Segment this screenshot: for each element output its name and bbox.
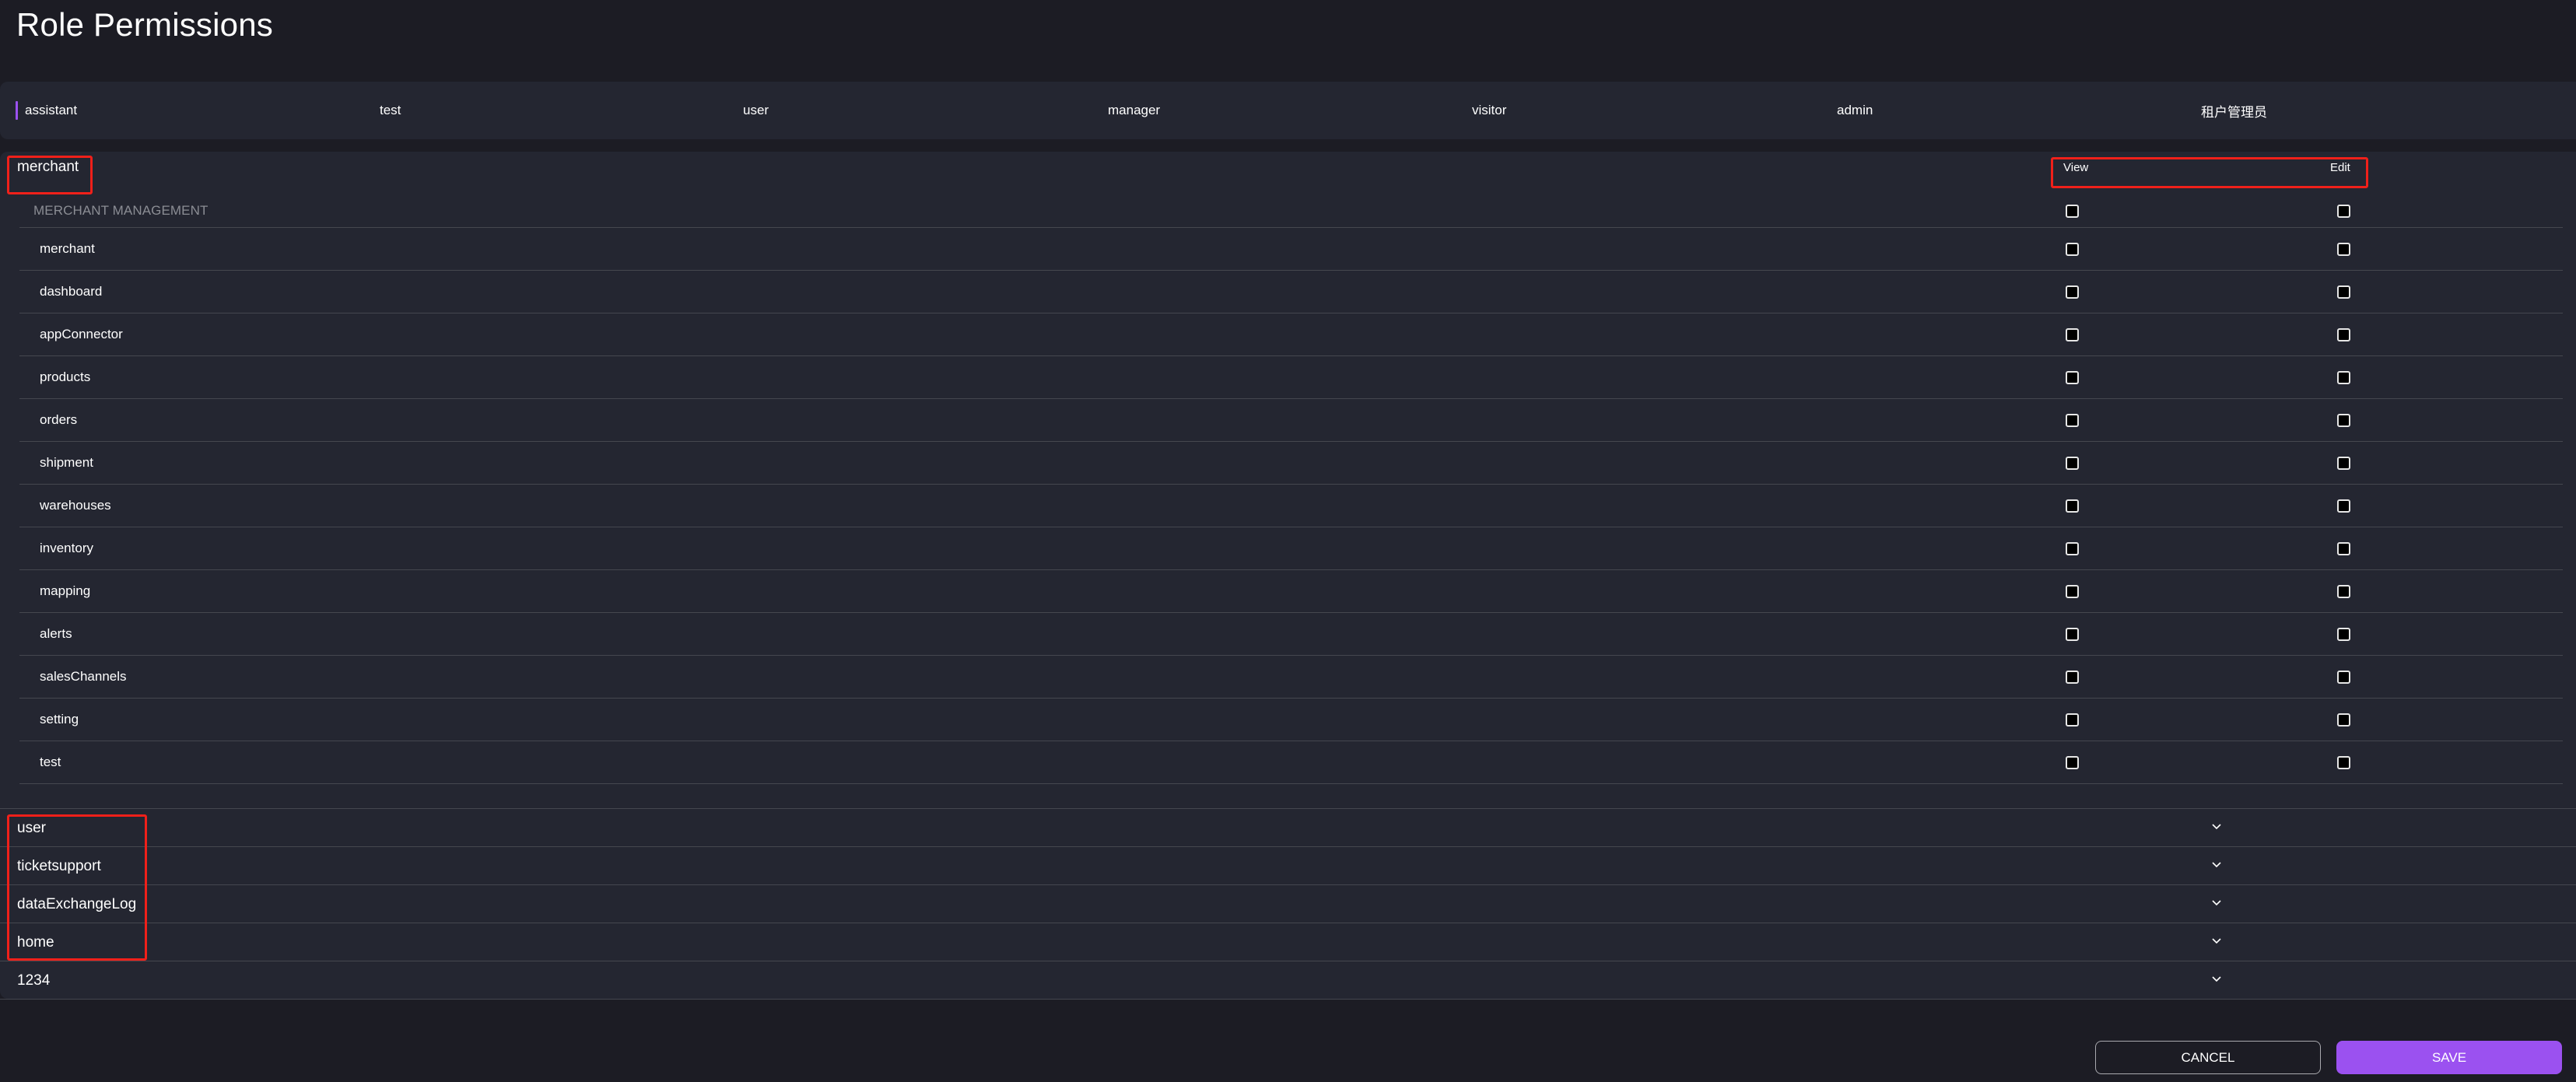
view-checkbox[interactable] <box>2066 499 2079 513</box>
section-accordion-1234[interactable]: 1234 <box>0 961 2576 999</box>
view-checkbox[interactable] <box>2066 713 2079 727</box>
view-checkbox[interactable] <box>2066 670 2079 684</box>
permission-label: salesChannels <box>40 669 127 684</box>
edit-checkbox[interactable] <box>2337 541 2350 555</box>
view-checkbox[interactable] <box>2066 627 2079 641</box>
section-accordion-ticketsupport[interactable]: ticketsupport <box>0 846 2576 884</box>
permission-label: shipment <box>40 455 93 470</box>
permission-label: mapping <box>40 583 91 598</box>
edit-checkbox[interactable] <box>2337 713 2350 727</box>
edit-checkbox[interactable] <box>2337 456 2350 470</box>
section-label: user <box>17 820 46 836</box>
chevron-down-icon[interactable] <box>2212 823 2221 831</box>
save-button[interactable]: SAVE <box>2336 1041 2562 1074</box>
permission-label: test <box>40 755 61 769</box>
section-label: 1234 <box>17 972 51 989</box>
section-accordion-dataexchangelog[interactable]: dataExchangeLog <box>0 884 2576 923</box>
role-tab-label: test <box>380 103 401 117</box>
permission-row: setting <box>19 699 2563 741</box>
permission-row: alerts <box>19 613 2563 656</box>
edit-checkbox[interactable] <box>2337 370 2350 384</box>
permission-label: appConnector <box>40 327 123 341</box>
permission-row: test <box>19 741 2563 784</box>
view-column-header: View <box>2063 161 2089 174</box>
section-label: dataExchangeLog <box>17 896 137 912</box>
permission-row: shipment <box>19 442 2563 485</box>
edit-checkbox[interactable] <box>2337 670 2350 684</box>
role-tab-test[interactable]: test <box>380 82 744 139</box>
group-label: MERCHANT MANAGEMENT <box>33 203 209 218</box>
permission-label: inventory <box>40 541 93 555</box>
edit-checkbox[interactable] <box>2337 627 2350 641</box>
edit-checkbox[interactable] <box>2337 584 2350 598</box>
permission-row: products <box>19 356 2563 399</box>
section-label: home <box>17 934 54 951</box>
role-tab-label: manager <box>1108 103 1161 117</box>
permissions-panel: merchant View Edit MERCHANT MANAGEMENT m… <box>0 152 2576 999</box>
view-checkbox[interactable] <box>2066 584 2079 598</box>
permission-label: products <box>40 369 91 384</box>
permission-row: merchant <box>19 228 2563 271</box>
section-accordion-user[interactable]: user <box>0 808 2576 846</box>
permission-label: dashboard <box>40 284 103 299</box>
section-accordion-home[interactable]: home <box>0 923 2576 961</box>
role-tab-label: assistant <box>25 103 78 117</box>
chevron-down-icon[interactable] <box>2212 899 2221 907</box>
permission-row: inventory <box>19 527 2563 570</box>
divider <box>0 999 2576 1000</box>
edit-checkbox[interactable] <box>2337 755 2350 769</box>
permission-label: warehouses <box>40 498 111 513</box>
active-tab-indicator <box>16 101 18 120</box>
role-tab-manager[interactable]: manager <box>1108 82 1472 139</box>
view-checkbox[interactable] <box>2066 242 2079 256</box>
role-tabs: assistant test user manager visitor admi… <box>0 82 2576 139</box>
view-checkbox[interactable] <box>2066 285 2079 299</box>
permission-table: MERCHANT MANAGEMENT merchant dashboard app… <box>19 194 2563 784</box>
role-permissions-page: Role Permissions assistant test user man… <box>0 0 2576 1082</box>
edit-column-header: Edit <box>2330 161 2350 174</box>
permission-label: setting <box>40 712 79 727</box>
role-tab-label: user <box>743 103 769 117</box>
edit-checkbox[interactable] <box>2337 242 2350 256</box>
role-tab-assistant[interactable]: assistant <box>16 82 380 139</box>
permission-row: appConnector <box>19 313 2563 356</box>
view-checkbox[interactable] <box>2066 327 2079 341</box>
section-header-merchant[interactable]: merchant View Edit <box>0 152 2576 192</box>
role-tab-visitor[interactable]: visitor <box>1472 82 1836 139</box>
edit-checkbox[interactable] <box>2337 285 2350 299</box>
view-checkbox[interactable] <box>2066 755 2079 769</box>
role-tab-label: 租户管理员 <box>2201 104 2267 120</box>
permission-group-row: MERCHANT MANAGEMENT <box>19 194 2563 228</box>
view-checkbox[interactable] <box>2066 370 2079 384</box>
permission-row: salesChannels <box>19 656 2563 699</box>
chevron-down-icon[interactable] <box>2212 975 2221 983</box>
permission-row: warehouses <box>19 485 2563 527</box>
view-checkbox[interactable] <box>2066 456 2079 470</box>
role-tab-tenant-admin[interactable]: 租户管理员 <box>2201 82 2565 139</box>
edit-checkbox[interactable] <box>2337 327 2350 341</box>
page-title: Role Permissions <box>16 6 273 43</box>
permission-row: orders <box>19 399 2563 442</box>
role-tab-user[interactable]: user <box>743 82 1107 139</box>
cancel-button[interactable]: CANCEL <box>2095 1041 2321 1074</box>
role-tab-admin[interactable]: admin <box>1837 82 2201 139</box>
permission-row: mapping <box>19 570 2563 613</box>
permission-row: dashboard <box>19 271 2563 313</box>
edit-checkbox[interactable] <box>2337 499 2350 513</box>
permission-label: merchant <box>40 241 95 256</box>
permission-label: orders <box>40 412 78 427</box>
view-checkbox[interactable] <box>2066 413 2079 427</box>
role-tab-label: visitor <box>1472 103 1507 117</box>
chevron-down-icon[interactable] <box>2212 861 2221 869</box>
chevron-down-icon[interactable] <box>2212 937 2221 945</box>
section-label: ticketsupport <box>17 858 101 874</box>
role-tab-label: admin <box>1837 103 1873 117</box>
group-view-checkbox[interactable] <box>2066 204 2079 218</box>
edit-checkbox[interactable] <box>2337 413 2350 427</box>
section-label: merchant <box>17 159 79 175</box>
permission-label: alerts <box>40 626 72 641</box>
group-edit-checkbox[interactable] <box>2337 204 2350 218</box>
view-checkbox[interactable] <box>2066 541 2079 555</box>
